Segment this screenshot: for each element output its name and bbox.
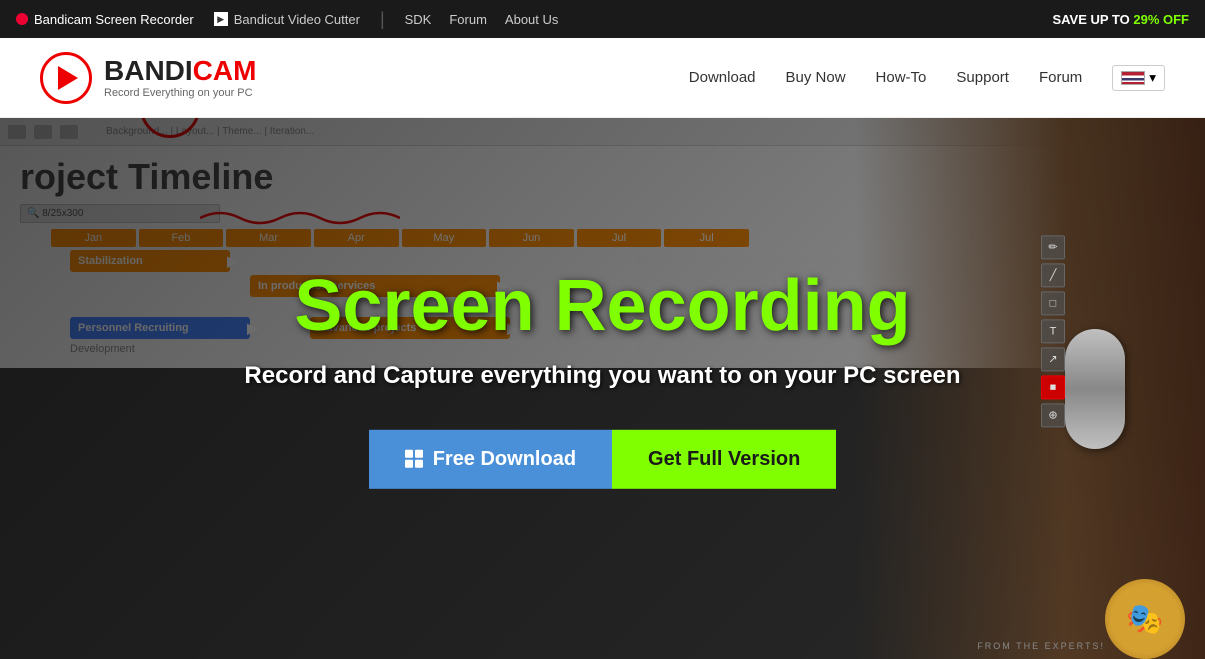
promo-value: 29% OFF [1133,12,1189,27]
brand-dot-icon [16,13,28,25]
sdk-link[interactable]: SDK [405,12,432,27]
brand-bandi: BANDI [104,55,193,86]
tool-btn-pencil: ✏ [1041,235,1065,259]
tool-btn-extra: ⊕ [1041,403,1065,427]
brand-name-main: BANDICAM [104,57,256,85]
flag-icon [1121,71,1145,85]
free-download-label: Free Download [433,447,576,470]
hero-section: Background... | Layout... | Theme... | I… [0,118,1205,659]
tool-btn-rect: □ [1041,291,1065,315]
side-tools-panel: ✏ ╱ □ T ↗ ■ ⊕ [1041,235,1065,427]
forum-top-link[interactable]: Forum [449,12,487,27]
hero-content: Screen Recording Record and Capture ever… [203,266,1003,488]
nav-download[interactable]: Download [689,69,756,86]
hero-title: Screen Recording [203,266,1003,345]
promo-banner: SAVE UP TO 29% OFF [1052,12,1189,27]
nav-buy-now[interactable]: Buy Now [786,69,846,86]
logo-icon [40,52,92,104]
door-handle [1065,329,1125,449]
top-bar: Bandicam Screen Recorder ▶ Bandicut Vide… [0,0,1205,38]
logo-text: BANDICAM Record Everything on your PC [104,57,256,99]
cta-buttons: Free Download Get Full Version [203,429,1003,488]
bandicut-link[interactable]: ▶ Bandicut Video Cutter [214,12,360,27]
language-selector[interactable]: ▾ [1112,65,1165,91]
windows-icon [405,450,423,468]
dropdown-icon: ▾ [1149,70,1156,86]
hero-subtitle: Record and Capture everything you want t… [203,361,1003,389]
main-nav: BANDICAM Record Everything on your PC Do… [0,38,1205,118]
bandicut-icon: ▶ [214,12,228,26]
tool-btn-arrow: ↗ [1041,347,1065,371]
top-bar-brand[interactable]: Bandicam Screen Recorder [16,12,194,27]
nav-how-to[interactable]: How-To [876,69,927,86]
get-full-version-button[interactable]: Get Full Version [612,429,836,488]
main-nav-links: Download Buy Now How-To Support Forum ▾ [689,65,1165,91]
brand-name: Bandicam Screen Recorder [34,12,194,27]
free-download-button[interactable]: Free Download [369,429,612,488]
nav-divider: | [380,9,385,30]
get-full-version-label: Get Full Version [648,447,800,469]
logo[interactable]: BANDICAM Record Everything on your PC [40,52,256,104]
tool-btn-line: ╱ [1041,263,1065,287]
tool-btn-text: T [1041,319,1065,343]
tagline: Record Everything on your PC [104,87,256,99]
promo-prefix: SAVE UP TO [1052,12,1133,27]
about-us-link[interactable]: About Us [505,12,558,27]
nav-forum[interactable]: Forum [1039,69,1082,86]
brand-cam: CAM [193,55,257,86]
tool-btn-red: ■ [1041,375,1065,399]
bandicut-label: Bandicut Video Cutter [234,12,360,27]
character-icon: 🎭 [1105,579,1185,659]
from-experts-text: FROM THE EXPERTS! [977,641,1105,651]
nav-support[interactable]: Support [956,69,1009,86]
top-nav: SDK Forum About Us [405,12,559,27]
